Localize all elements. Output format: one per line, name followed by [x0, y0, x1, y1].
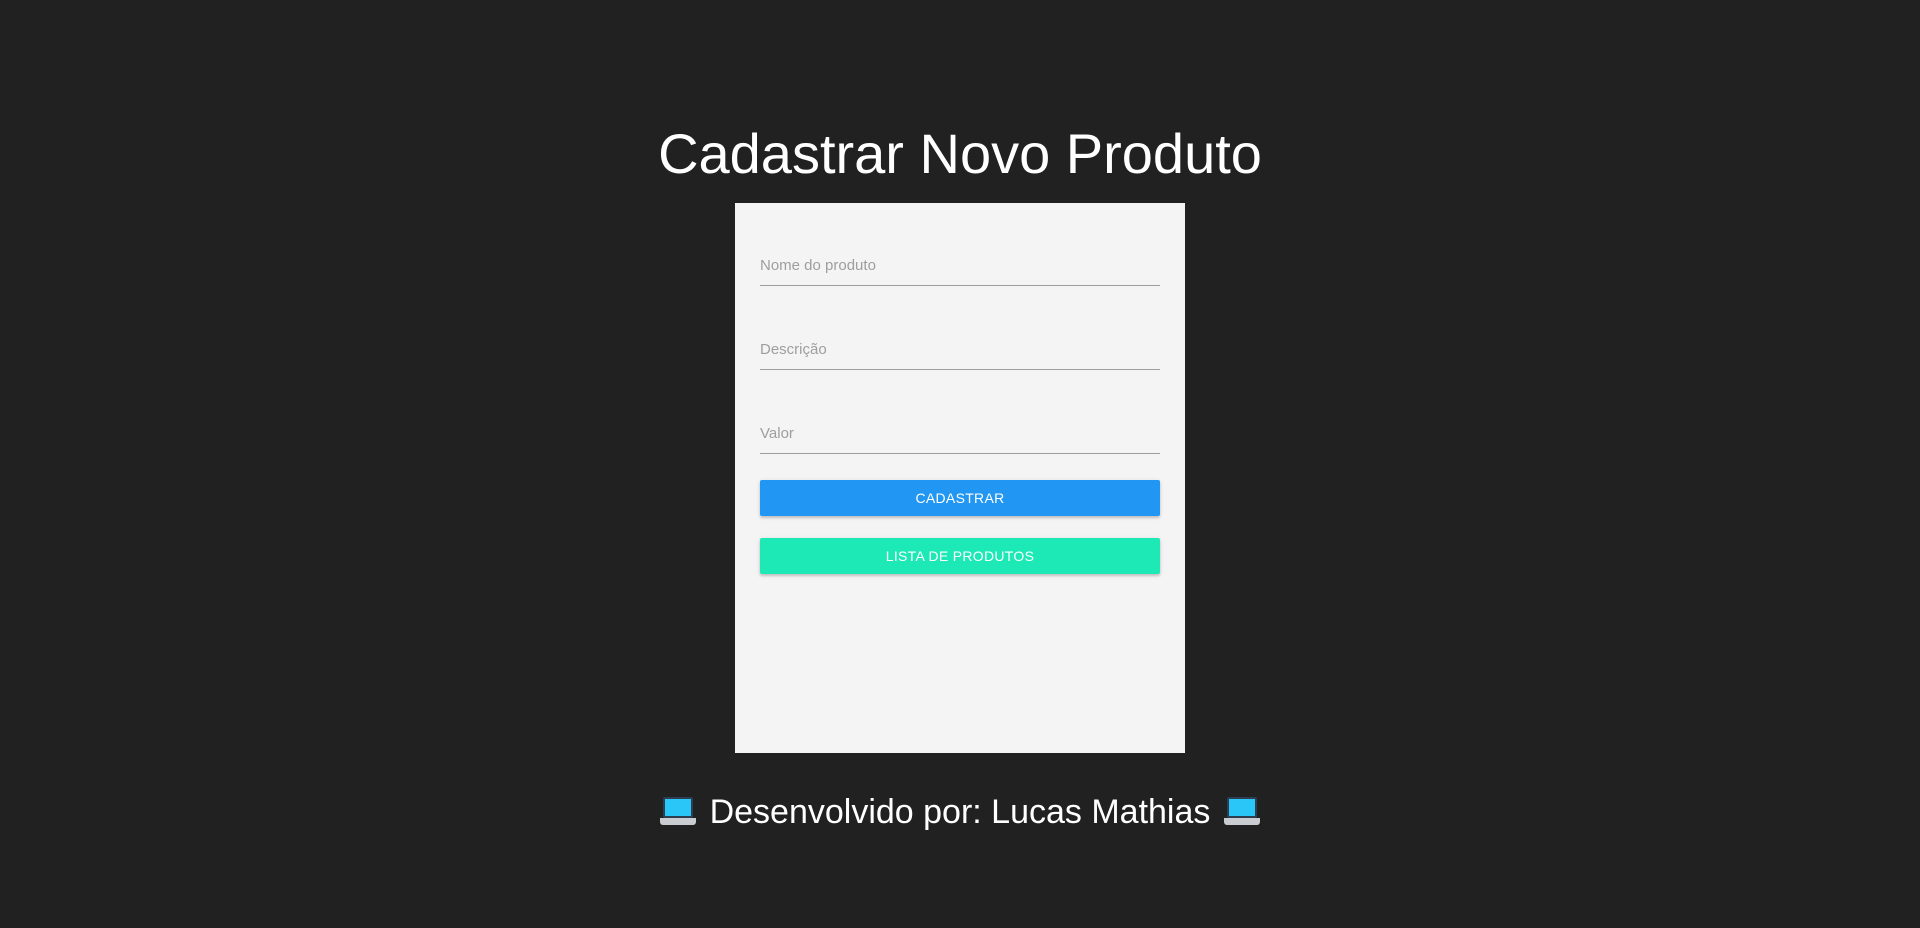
description-field: [760, 329, 1160, 370]
laptop-icon: [659, 795, 696, 829]
product-form-card: CADASTRAR LISTA DE PRODUTOS: [735, 203, 1185, 753]
product-list-button[interactable]: LISTA DE PRODUTOS: [760, 538, 1160, 574]
value-field: [760, 413, 1160, 454]
product-name-input[interactable]: [760, 245, 1160, 285]
footer: Desenvolvido por: Lucas Mathias: [0, 788, 1920, 836]
description-input[interactable]: [760, 329, 1160, 369]
product-name-field: [760, 245, 1160, 286]
page-title: Cadastrar Novo Produto: [658, 122, 1262, 185]
value-input[interactable]: [760, 413, 1160, 453]
register-button[interactable]: CADASTRAR: [760, 480, 1160, 516]
laptop-icon: [1224, 795, 1261, 829]
footer-credit: Desenvolvido por: Lucas Mathias: [709, 793, 1211, 831]
